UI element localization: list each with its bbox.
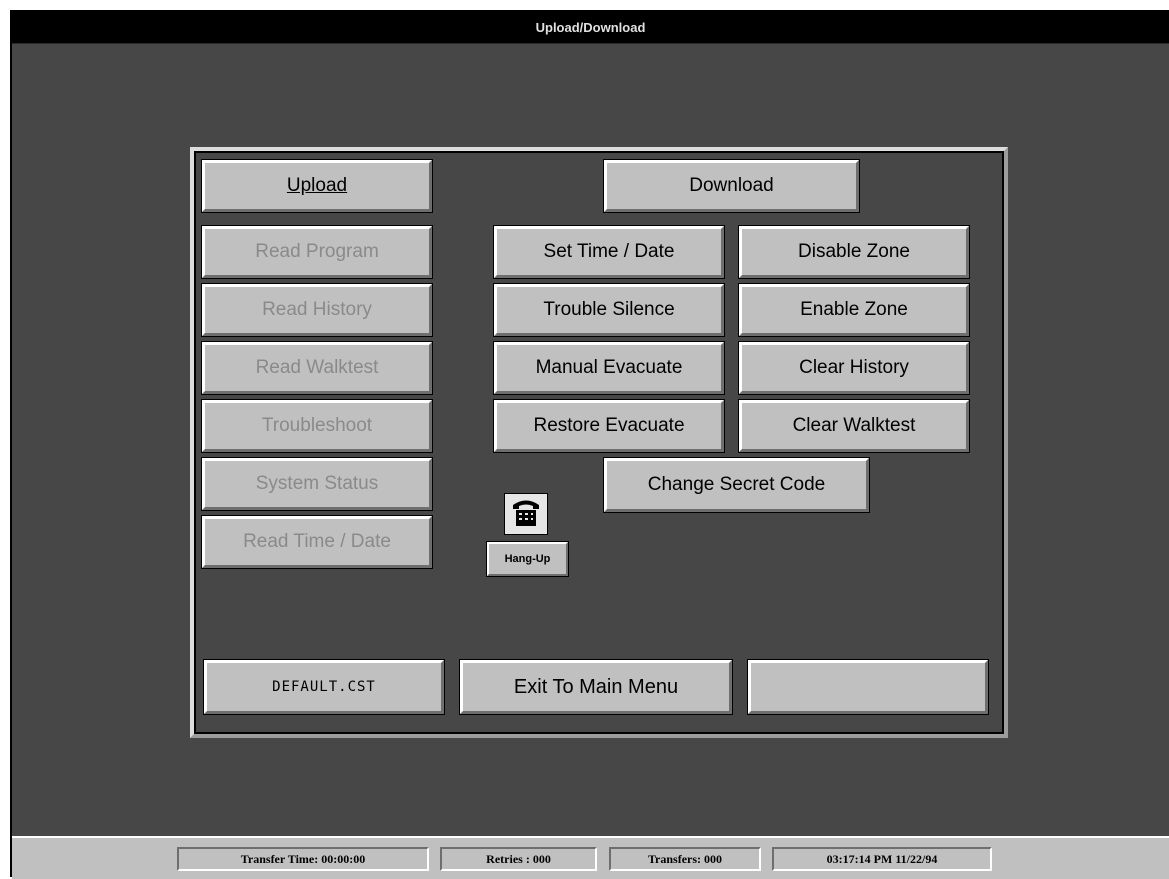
upload-button-label: Upload bbox=[286, 175, 348, 196]
manual-evacuate-button[interactable]: Manual Evacuate bbox=[493, 341, 725, 395]
read-program-button[interactable]: Read Program bbox=[201, 225, 433, 279]
status-bar: Transfer Time: 00:00:00 Retries : 000 Tr… bbox=[12, 836, 1169, 879]
manual-evacuate-label: Manual Evacuate bbox=[535, 357, 683, 378]
clear-walktest-label: Clear Walktest bbox=[792, 415, 916, 436]
read-walktest-label: Read Walktest bbox=[255, 357, 379, 378]
file-name-display: DEFAULT.CST bbox=[203, 659, 445, 715]
system-status-button[interactable]: System Status bbox=[201, 457, 433, 511]
hang-up-button[interactable]: Hang-Up bbox=[486, 541, 569, 577]
exit-to-main-menu-button[interactable]: Exit To Main Menu bbox=[459, 659, 733, 715]
clear-history-label: Clear History bbox=[799, 357, 909, 378]
read-program-label: Read Program bbox=[255, 241, 379, 262]
datetime-field: 03:17:14 PM 11/22/94 bbox=[772, 847, 992, 871]
clear-history-button[interactable]: Clear History bbox=[738, 341, 970, 395]
transfers-field: Transfers: 000 bbox=[609, 847, 761, 871]
change-secret-code-label: Change Secret Code bbox=[647, 474, 826, 495]
trouble-silence-label: Trouble Silence bbox=[543, 299, 675, 320]
telephone-icon[interactable] bbox=[504, 493, 548, 535]
enable-zone-label: Enable Zone bbox=[800, 299, 908, 320]
trouble-silence-button[interactable]: Trouble Silence bbox=[493, 283, 725, 337]
read-history-button[interactable]: Read History bbox=[201, 283, 433, 337]
read-history-label: Read History bbox=[262, 299, 372, 320]
upload-download-window: Upload/Download Upload Read Program Read… bbox=[10, 10, 1169, 879]
retries-field: Retries : 000 bbox=[440, 847, 597, 871]
download-button-label: Download bbox=[689, 175, 774, 196]
window-title: Upload/Download bbox=[12, 10, 1169, 44]
set-time-date-label: Set Time / Date bbox=[543, 241, 675, 262]
set-time-date-button[interactable]: Set Time / Date bbox=[493, 225, 725, 279]
upload-button[interactable]: Upload bbox=[201, 159, 433, 213]
read-walktest-button[interactable]: Read Walktest bbox=[201, 341, 433, 395]
exit-to-main-menu-label: Exit To Main Menu bbox=[513, 675, 679, 698]
troubleshoot-button[interactable]: Troubleshoot bbox=[201, 399, 433, 453]
restore-evacuate-label: Restore Evacuate bbox=[533, 415, 685, 436]
change-secret-code-button[interactable]: Change Secret Code bbox=[603, 457, 870, 513]
restore-evacuate-button[interactable]: Restore Evacuate bbox=[493, 399, 725, 453]
troubleshoot-label: Troubleshoot bbox=[261, 415, 373, 436]
read-time-date-label: Read Time / Date bbox=[243, 531, 391, 552]
clear-walktest-button[interactable]: Clear Walktest bbox=[738, 399, 970, 453]
hang-up-label: Hang-Up bbox=[504, 553, 551, 565]
read-time-date-button[interactable]: Read Time / Date bbox=[201, 515, 433, 569]
disable-zone-label: Disable Zone bbox=[798, 241, 910, 262]
system-status-label: System Status bbox=[255, 473, 379, 494]
disable-zone-button[interactable]: Disable Zone bbox=[738, 225, 970, 279]
file-name-label: DEFAULT.CST bbox=[272, 679, 376, 695]
telephone-icon-graphic bbox=[507, 496, 545, 532]
enable-zone-button[interactable]: Enable Zone bbox=[738, 283, 970, 337]
transfer-time-field: Transfer Time: 00:00:00 bbox=[177, 847, 429, 871]
download-button[interactable]: Download bbox=[603, 159, 860, 213]
blank-button[interactable] bbox=[747, 659, 989, 715]
